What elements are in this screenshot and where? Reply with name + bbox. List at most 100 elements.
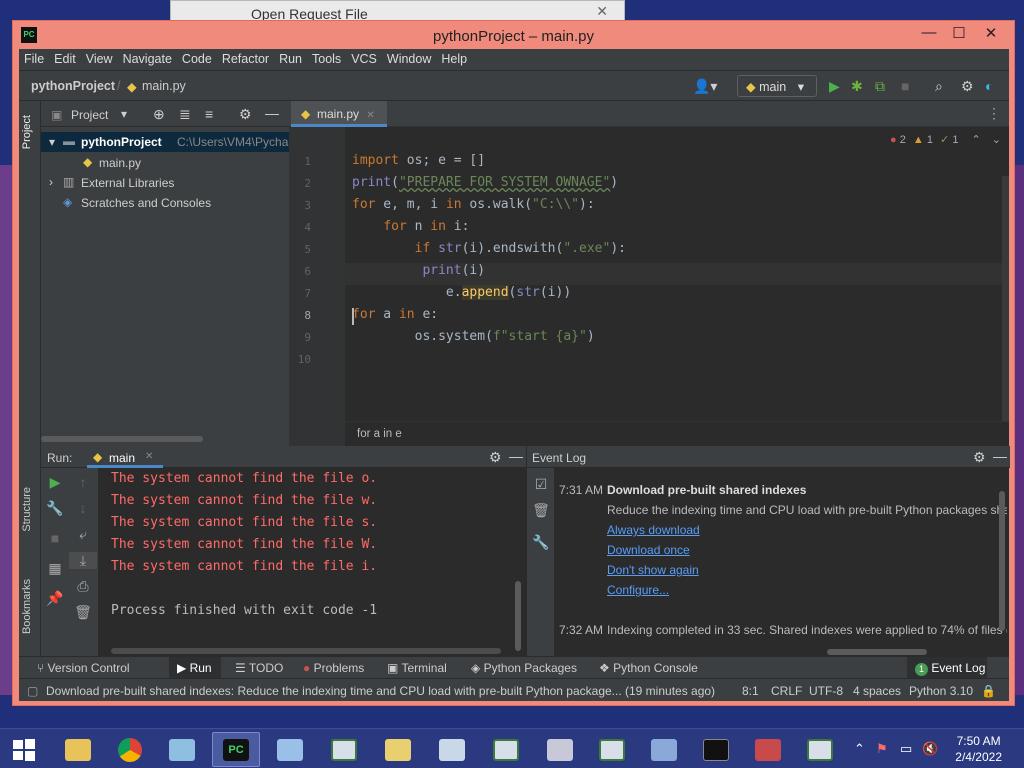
coverage-icon[interactable]: ⧉ [875, 78, 885, 95]
run-icon[interactable]: ▶ [829, 78, 840, 95]
start-button[interactable] [0, 732, 48, 767]
tree-file[interactable]: main.py [99, 156, 141, 170]
trash-icon[interactable]: 🗑 [527, 502, 555, 519]
gear-icon[interactable]: ⚙ [973, 449, 986, 466]
taskbar-chrome[interactable] [106, 732, 154, 767]
status-line-separator[interactable]: CRLF [771, 684, 802, 698]
volume-muted-icon[interactable]: 🔇 [922, 741, 938, 757]
hide-icon[interactable]: — [509, 448, 523, 464]
status-indent[interactable]: 4 spaces [853, 684, 901, 698]
menu-navigate[interactable]: Navigate [118, 49, 177, 69]
menu-help[interactable]: Help [436, 49, 472, 69]
chevron-down-icon[interactable]: ▾ [121, 107, 127, 121]
tool-event-log[interactable]: 1 Event Log [915, 661, 985, 676]
expand-all-icon[interactable]: ≣ [179, 106, 191, 123]
taskbar-app[interactable] [374, 732, 422, 767]
chevron-up-icon[interactable]: ⌃ [854, 741, 865, 757]
wrench-icon[interactable]: 🔧 [527, 534, 555, 551]
menu-edit[interactable]: Edit [49, 49, 81, 69]
project-panel-title[interactable]: Project [71, 108, 108, 122]
minimize-button[interactable]: — [914, 24, 944, 41]
horizontal-scrollbar[interactable] [41, 436, 203, 442]
run-config-selector[interactable]: ◆ main ▾ [737, 75, 817, 97]
code-line[interactable]: import os; e = [] [352, 153, 485, 168]
hide-icon[interactable]: — [993, 448, 1007, 464]
code-line[interactable]: e.append(str(i)) [352, 285, 571, 300]
close-icon[interactable]: ✕ [366, 110, 374, 121]
tree-external-libraries[interactable]: External Libraries [81, 176, 174, 190]
editor-breadcrumb[interactable]: for a in e [345, 421, 1009, 446]
link-download-once[interactable]: Download once [607, 543, 690, 557]
close-icon[interactable]: ✕ [596, 3, 608, 20]
status-message[interactable]: Download pre-built shared indexes: Reduc… [46, 684, 736, 698]
menu-window[interactable]: Window [382, 49, 436, 69]
collapse-all-icon[interactable]: ≡ [205, 106, 213, 122]
link-configure[interactable]: Configure... [607, 583, 669, 597]
taskbar-app[interactable] [796, 732, 844, 767]
status-encoding[interactable]: UTF-8 [809, 684, 843, 698]
tool-python-console[interactable]: ❖ Python Console [599, 661, 698, 675]
menu-view[interactable]: View [81, 49, 118, 69]
gear-icon[interactable]: ⚙ [961, 78, 974, 95]
side-tab-bookmarks[interactable]: Bookmarks [21, 579, 33, 634]
background-window[interactable]: Open Request File ✕ [170, 0, 625, 22]
tool-run[interactable]: ▶ Run [177, 661, 212, 675]
gear-icon[interactable]: ⚙ [489, 449, 502, 466]
more-options-icon[interactable]: ⋮ [987, 105, 1001, 122]
tool-problems[interactable]: ● Problems [303, 661, 364, 675]
code-line[interactable]: os.system(f"start {a}") [352, 329, 595, 344]
chevron-down-icon[interactable]: ⌄ [992, 134, 1001, 146]
search-icon[interactable]: ⌕ [935, 78, 943, 95]
tool-python-packages[interactable]: ◈ Python Packages [471, 661, 577, 675]
debug-icon[interactable]: ✱ [851, 78, 863, 95]
taskbar-app[interactable] [744, 732, 792, 767]
wrench-icon[interactable]: 🔧 [41, 500, 69, 517]
close-icon[interactable]: ✕ [145, 451, 153, 462]
horizontal-scrollbar[interactable] [111, 648, 501, 654]
menu-file[interactable]: File [19, 49, 49, 69]
taskbar-file-explorer[interactable] [54, 732, 102, 767]
layout-icon[interactable]: ▦ [41, 560, 69, 577]
code-line[interactable]: for e, m, i in os.walk("C:\\"): [352, 197, 595, 212]
side-tab-project[interactable]: Project [21, 115, 33, 149]
code-line[interactable]: print(i) [352, 263, 485, 278]
scroll-to-end-icon[interactable]: ⤓ [69, 552, 97, 569]
code-line[interactable]: print("PREPARE FOR SYSTEM OWNAGE") [352, 175, 618, 190]
status-interpreter[interactable]: Python 3.10 [909, 684, 973, 698]
soft-wrap-icon[interactable]: ⤶ [69, 526, 97, 543]
horizontal-scrollbar[interactable] [827, 649, 927, 655]
inspection-widget[interactable]: ● 2 ▲ 1 ✓ 1 ⌃ ⌄ [890, 133, 1001, 146]
menu-code[interactable]: Code [177, 49, 217, 69]
tree-scratches[interactable]: Scratches and Consoles [81, 196, 211, 210]
menu-tools[interactable]: Tools [307, 49, 346, 69]
code-line[interactable]: if str(i).endswith(".exe"): [352, 241, 626, 256]
taskbar-app[interactable] [320, 732, 368, 767]
trash-icon[interactable]: 🗑 [69, 604, 97, 621]
vertical-scrollbar[interactable] [515, 581, 521, 651]
flag-icon[interactable]: ⚑ [876, 741, 888, 757]
menu-run[interactable]: Run [274, 49, 307, 69]
arrow-down-icon[interactable]: ↓ [69, 500, 97, 516]
code-line[interactable]: for a in e: [352, 307, 438, 322]
print-icon[interactable]: ⎙ [69, 578, 97, 595]
taskbar-app[interactable] [640, 732, 688, 767]
locate-icon[interactable]: ⊕ [153, 106, 165, 123]
stop-icon[interactable]: ■ [901, 78, 909, 94]
tree-root[interactable]: pythonProject [81, 135, 162, 149]
stop-icon[interactable]: ■ [41, 530, 69, 546]
editor-tab-main[interactable]: ◆ main.py ✕ [291, 101, 387, 127]
lock-icon[interactable]: 🔒 [981, 684, 996, 698]
side-tab-structure[interactable]: Structure [21, 487, 33, 532]
clock[interactable]: 7:50 AM 2/4/2022 [955, 733, 1002, 765]
menu-vcs[interactable]: VCS [346, 49, 382, 69]
taskbar-notepad[interactable] [158, 732, 206, 767]
taskbar-app[interactable] [266, 732, 314, 767]
vertical-scrollbar[interactable] [1002, 176, 1009, 421]
close-button[interactable]: ✕ [976, 24, 1006, 42]
breadcrumb-project[interactable]: pythonProject [31, 79, 115, 93]
taskbar-cmd[interactable] [692, 732, 740, 767]
taskbar-app[interactable] [536, 732, 584, 767]
network-tray-icon[interactable]: ▭ [900, 741, 912, 757]
taskbar-app[interactable] [482, 732, 530, 767]
link-dont-show-again[interactable]: Don't show again [607, 563, 699, 577]
